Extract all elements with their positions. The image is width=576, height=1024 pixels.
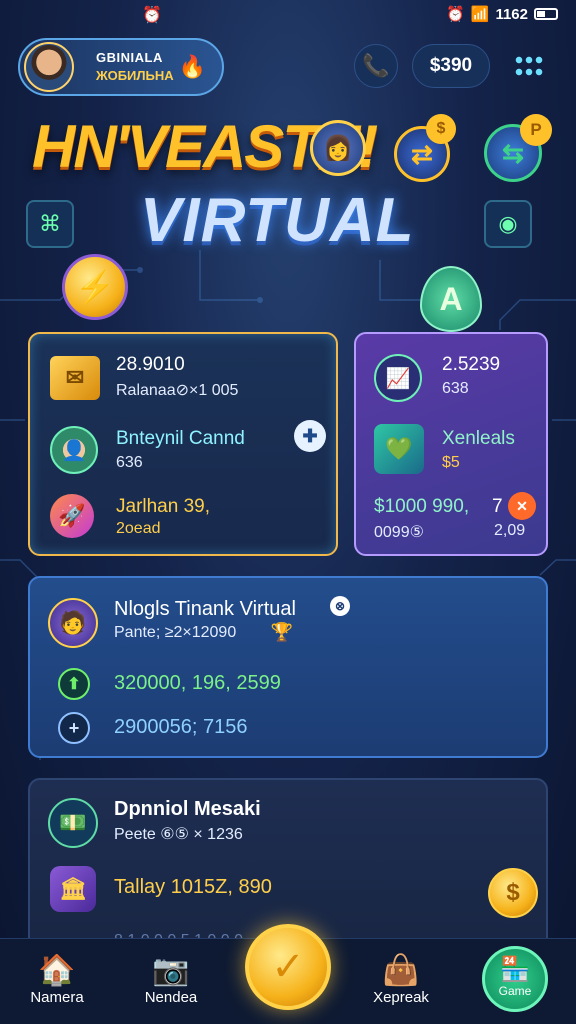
upload-icon: ⬆: [58, 668, 90, 700]
right-row3-sub: 0099⑤: [374, 524, 424, 541]
alarm-status-icon: ⏰: [446, 6, 465, 23]
coin-small-icon: $: [426, 114, 456, 144]
wide-row1: 320000, 196, 2599: [114, 672, 281, 694]
profile-subtitle: ЖОБИЛЬНА: [96, 68, 174, 83]
phone-icon: 📞: [362, 53, 390, 78]
chat-icon: ◉: [498, 211, 518, 236]
balance-button[interactable]: $390: [412, 44, 490, 88]
avatar[interactable]: [24, 42, 74, 92]
check-coin-icon: ✓: [271, 945, 305, 989]
wifi-icon: 📶: [470, 6, 490, 23]
left-row2-value: Bnteynil Cannd: [116, 428, 245, 449]
nav-label-bag: Xepreak: [373, 989, 429, 1006]
right-row1-value: 2.5239: [442, 354, 501, 375]
add-button-icon[interactable]: ✚: [294, 420, 326, 452]
bottom-row1: Tallay 1015Z, 890: [114, 876, 272, 898]
coin-p-icon: P: [520, 114, 552, 146]
wide-sub: Pante; ≥2×12090: [114, 624, 237, 641]
balance-value: $390: [429, 55, 473, 76]
left-row3-sub: 2oead: [116, 520, 161, 537]
left-row1-sub: Ralanaa⊘×1 005: [116, 382, 239, 399]
player-avatar-icon: 🧑: [48, 598, 98, 648]
nav-label-game: Game: [498, 984, 532, 998]
status-time: 1162: [495, 5, 528, 23]
wide-row2: 2900056; 7156: [114, 716, 248, 738]
home-icon: 🏠: [38, 954, 76, 987]
left-action-button[interactable]: ⌘: [26, 200, 74, 248]
stats-card-left[interactable]: ✉ 28.9010 Ralanaa⊘×1 005 👤 Bnteynil Cann…: [28, 332, 338, 556]
user-avatar-icon: 👤: [50, 426, 98, 474]
battery-icon: [534, 8, 558, 20]
profile-name: GBINIALA: [96, 50, 163, 65]
badge-a-label: A: [439, 280, 463, 317]
left-row1-value: 28.9010: [116, 354, 185, 375]
virtual-summary-card[interactable]: 🧑 Nlogls Tinank Virtual ⊗ Pante; ≥2×1209…: [28, 576, 548, 758]
stats-card-right[interactable]: 📈 2.5239 638 💚 Xenleals $5 $1000 990, 00…: [354, 332, 548, 556]
wide-title: Nlogls Tinank Virtual: [114, 598, 296, 620]
growth-icon: 📈: [374, 354, 422, 402]
right-row2-value: Xenleals: [442, 428, 515, 449]
hero-subtitle: VIRTUAL: [140, 186, 415, 255]
profile-card[interactable]: GBINIALA ЖОБИЛЬНА 🔥: [18, 38, 224, 96]
right-row3-right-sub: 2,09: [494, 522, 526, 539]
alarm-icon: ⏰: [142, 7, 162, 24]
nav-item-camera[interactable]: 📷 Nendea: [126, 953, 216, 1006]
right-action-button[interactable]: ◉: [484, 200, 532, 248]
info-icon[interactable]: ⊗: [330, 596, 350, 616]
ticket-icon: ✉: [50, 356, 100, 400]
center-action-coin-button[interactable]: ✓: [245, 924, 331, 1010]
nav-item-bag[interactable]: 👜 Xepreak: [356, 953, 446, 1006]
trophy-icon: 🏆: [270, 621, 294, 642]
phone-button[interactable]: 📞: [354, 44, 398, 88]
right-row3-right-value: 7: [492, 496, 503, 517]
camera-icon: 📷: [152, 954, 190, 987]
cash-icon: 💵: [48, 798, 98, 848]
flame-icon: 🔥: [178, 54, 206, 79]
heart-chart-icon: 💚: [374, 424, 424, 474]
gold-coin-icon: ⚡: [62, 254, 128, 320]
bag-icon: 👜: [382, 954, 420, 987]
status-bar: ⏰ ⏰ 📶 1162: [0, 0, 576, 30]
character-badge-icon: 👩: [310, 120, 366, 176]
building-icon: 🏛: [50, 866, 96, 912]
dollar-coin-icon[interactable]: $: [488, 868, 538, 918]
left-row2-sub: 636: [116, 454, 143, 471]
status-right: ⏰ 📶 1162: [446, 5, 558, 23]
plus-circle-icon: +: [58, 712, 90, 744]
left-row3-value: Jarlhan 39,: [116, 496, 211, 517]
bottom-sub: Peete ⑥⑤ × 1236: [114, 826, 243, 843]
grid-dots-icon[interactable]: [514, 54, 544, 80]
app-icon: ⌘: [39, 211, 61, 236]
right-row2-sub: $5: [442, 454, 460, 471]
badge-a-icon: A: [420, 266, 482, 332]
rocket-icon: 🚀: [50, 494, 94, 538]
nav-label-camera: Nendea: [144, 989, 198, 1006]
bottom-title: Dpnniol Mesaki: [114, 798, 261, 820]
nav-label-home: Namera: [30, 989, 84, 1006]
nav-item-game[interactable]: 🏪 Game: [482, 946, 548, 1012]
right-row3-value: $1000 990,: [374, 496, 470, 517]
right-row1-sub: 638: [442, 380, 469, 397]
store-icon: 🏪: [500, 956, 530, 983]
close-badge-icon: ✕: [508, 492, 536, 520]
nav-item-home[interactable]: 🏠 Namera: [12, 953, 102, 1006]
